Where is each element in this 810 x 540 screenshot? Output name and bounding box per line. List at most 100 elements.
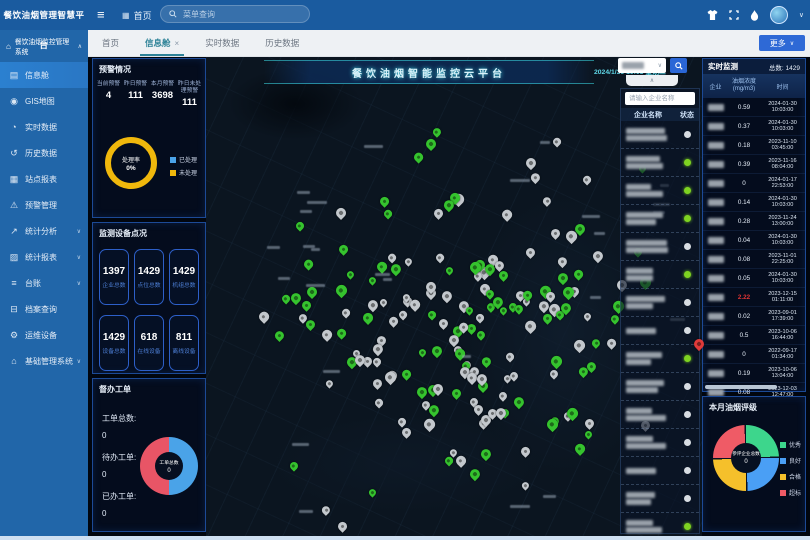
- map-marker[interactable]: [480, 355, 493, 368]
- company-row-0[interactable]: [621, 121, 699, 149]
- map-marker[interactable]: [524, 246, 537, 259]
- map-marker[interactable]: [529, 171, 542, 184]
- map-marker[interactable]: [400, 368, 412, 380]
- realtime-horizontal-scrollbar[interactable]: [705, 385, 777, 389]
- map-marker[interactable]: [524, 156, 538, 170]
- flame-icon[interactable]: [750, 10, 759, 21]
- sidebar-item-2[interactable]: ◔实时数据: [0, 114, 88, 140]
- device-stat-card-1[interactable]: 1429点位总数: [134, 249, 164, 305]
- user-menu-chevron-down-icon[interactable]: ∨: [799, 11, 804, 19]
- theme-skin-icon[interactable]: [707, 10, 718, 20]
- device-stat-card-2[interactable]: 1429机组总数: [169, 249, 199, 305]
- device-stat-card-3[interactable]: 1429设备总数: [99, 315, 129, 371]
- map-marker[interactable]: [288, 291, 302, 305]
- map-marker[interactable]: [500, 208, 514, 222]
- map-marker[interactable]: [583, 312, 593, 322]
- map-marker[interactable]: [300, 299, 313, 312]
- hamburger-menu-icon[interactable]: ≡: [97, 7, 105, 22]
- map-marker[interactable]: [468, 467, 483, 482]
- company-name-input[interactable]: [625, 92, 695, 105]
- map-marker[interactable]: [591, 249, 606, 264]
- map-marker[interactable]: [522, 319, 537, 334]
- map-marker[interactable]: [336, 520, 348, 532]
- company-filter-dropdown[interactable]: ∨: [618, 58, 666, 73]
- map-marker[interactable]: [583, 430, 593, 440]
- company-list-collapse-toggle[interactable]: ∧: [626, 75, 678, 86]
- device-stat-card-5[interactable]: 811离线设备: [169, 315, 199, 371]
- company-row-13[interactable]: [621, 485, 699, 513]
- map-marker[interactable]: [403, 256, 414, 267]
- map-marker[interactable]: [424, 137, 438, 151]
- sidebar-item-10[interactable]: ⚙运维设备: [0, 322, 88, 348]
- map-marker[interactable]: [335, 327, 347, 339]
- map-marker[interactable]: [378, 297, 388, 307]
- map-marker[interactable]: [418, 348, 428, 358]
- map-marker[interactable]: [324, 378, 334, 388]
- company-row-14[interactable]: [621, 513, 699, 536]
- map-marker[interactable]: [288, 461, 299, 472]
- company-row-11[interactable]: [621, 429, 699, 457]
- sidebar-item-5[interactable]: ⚠预警管理: [0, 192, 88, 218]
- map-marker[interactable]: [512, 395, 526, 409]
- device-stat-card-4[interactable]: 618在线设备: [134, 315, 164, 371]
- home-nav-button[interactable]: ▦ 首页: [122, 0, 152, 30]
- company-row-2[interactable]: [621, 177, 699, 205]
- map-marker[interactable]: [397, 309, 408, 320]
- company-row-6[interactable]: [621, 289, 699, 317]
- map-marker[interactable]: [341, 308, 352, 319]
- map-marker[interactable]: [497, 390, 508, 401]
- map-marker[interactable]: [334, 283, 349, 298]
- map-marker[interactable]: [572, 268, 584, 280]
- map-marker[interactable]: [444, 265, 454, 275]
- map-marker[interactable]: [302, 258, 314, 270]
- map-marker[interactable]: [387, 315, 399, 327]
- map-marker[interactable]: [295, 220, 306, 231]
- map-marker[interactable]: [373, 398, 384, 409]
- company-row-1[interactable]: [621, 149, 699, 177]
- map-marker[interactable]: [361, 311, 375, 325]
- map-marker[interactable]: [422, 417, 437, 432]
- sidebar-item-4[interactable]: ▦站点报表: [0, 166, 88, 192]
- sidebar-item-1[interactable]: ◉GIS地图: [0, 88, 88, 114]
- map-marker[interactable]: [590, 338, 602, 350]
- map-marker[interactable]: [549, 227, 562, 240]
- map-marker[interactable]: [549, 368, 560, 379]
- map-marker[interactable]: [437, 317, 450, 330]
- sidebar-item-8[interactable]: ≡台账∨: [0, 270, 88, 296]
- company-row-9[interactable]: [621, 373, 699, 401]
- map-marker[interactable]: [474, 313, 485, 324]
- map-marker[interactable]: [435, 253, 446, 264]
- map-marker[interactable]: [321, 504, 333, 516]
- map-marker[interactable]: [304, 285, 318, 299]
- map-marker[interactable]: [320, 328, 334, 342]
- tab-1[interactable]: 信息舱×: [145, 30, 179, 56]
- company-row-10[interactable]: [621, 401, 699, 429]
- map-marker[interactable]: [519, 445, 532, 458]
- map-marker[interactable]: [475, 329, 486, 340]
- map-marker[interactable]: [273, 329, 286, 342]
- map-marker[interactable]: [433, 208, 446, 221]
- company-row-3[interactable]: [621, 205, 699, 233]
- map-marker[interactable]: [583, 417, 596, 430]
- close-icon[interactable]: ×: [175, 39, 180, 48]
- map-marker[interactable]: [382, 208, 393, 219]
- tab-2[interactable]: 实时数据: [205, 30, 239, 56]
- map-marker[interactable]: [556, 271, 570, 285]
- map-marker[interactable]: [521, 481, 531, 491]
- map-marker[interactable]: [346, 269, 356, 279]
- map-marker[interactable]: [494, 406, 508, 420]
- map-marker[interactable]: [372, 356, 383, 367]
- device-stat-card-0[interactable]: 1397企业总数: [99, 249, 129, 305]
- map-marker[interactable]: [371, 377, 384, 390]
- more-button[interactable]: 更多 ∨: [759, 35, 805, 51]
- alert-map-marker[interactable]: [694, 339, 704, 349]
- map-marker[interactable]: [415, 385, 429, 399]
- map-marker[interactable]: [367, 487, 377, 497]
- map-marker[interactable]: [378, 196, 390, 208]
- map-marker[interactable]: [572, 338, 587, 353]
- map-marker[interactable]: [605, 337, 617, 349]
- menu-search-input[interactable]: [181, 9, 301, 20]
- company-row-7[interactable]: [621, 317, 699, 345]
- user-avatar[interactable]: [770, 6, 788, 24]
- map-marker[interactable]: [386, 253, 397, 264]
